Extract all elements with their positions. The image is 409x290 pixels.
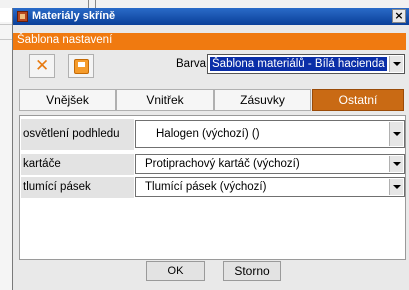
app-icon xyxy=(17,11,28,22)
cancel-button[interactable]: Storno xyxy=(223,261,281,281)
property-value: Tlumící pásek (výchozí) xyxy=(145,181,267,193)
tab-vnitrek[interactable]: Vnitřek xyxy=(116,89,214,111)
property-value: Protiprachový kartáč (výchozí) xyxy=(145,158,300,170)
damping-strip-select[interactable]: Tlumící pásek (výchozí) xyxy=(135,177,405,197)
save-icon xyxy=(74,59,89,74)
lighting-select[interactable]: Halogen (výchozí) () xyxy=(135,120,405,148)
ok-button[interactable]: OK xyxy=(146,261,205,281)
barva-select[interactable]: Šablona materiálů - Bílá hacienda xyxy=(207,54,405,74)
chevron-down-icon[interactable] xyxy=(389,56,403,72)
barva-label: Barva xyxy=(176,58,207,70)
tab-vnejsek[interactable]: Vnějšek xyxy=(19,89,116,111)
background-window-strip xyxy=(0,0,409,8)
window-title: Materiály skříně xyxy=(32,10,116,22)
barva-selected-value: Šablona materiálů - Bílá hacienda xyxy=(210,57,387,71)
property-value: Halogen (výchozí) () xyxy=(156,128,260,140)
property-label: tlumící pásek xyxy=(21,177,134,198)
chevron-down-icon[interactable] xyxy=(389,122,403,146)
tab-zasuvky[interactable]: Zásuvky xyxy=(214,89,311,111)
materials-dialog: Materiály skříně × Šablona nastavení ✕ B… xyxy=(12,8,409,290)
property-label: kartáče xyxy=(21,154,134,175)
section-header: Šablona nastavení xyxy=(13,33,406,50)
property-label: osvětlení podhledu xyxy=(21,119,134,150)
title-bar: Materiály skříně × xyxy=(13,8,409,25)
chevron-down-icon[interactable] xyxy=(389,156,403,172)
save-template-button[interactable] xyxy=(68,54,94,78)
brush-select[interactable]: Protiprachový kartáč (výchozí) xyxy=(135,154,405,174)
cancel-template-button[interactable]: ✕ xyxy=(29,54,55,78)
chevron-down-icon[interactable] xyxy=(389,179,403,195)
background-window-left xyxy=(0,22,12,290)
x-icon: ✕ xyxy=(35,56,50,76)
tab-ostatni[interactable]: Ostatní xyxy=(312,89,404,111)
close-icon[interactable]: × xyxy=(392,9,406,23)
properties-panel: osvětlení podhledu Halogen (výchozí) () … xyxy=(19,115,406,260)
